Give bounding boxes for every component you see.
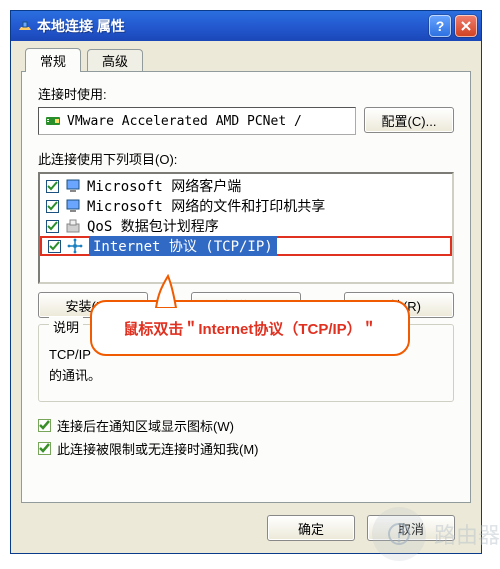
service-icon <box>65 198 81 214</box>
items-label: 此连接使用下列项目(O): <box>38 149 454 168</box>
checkbox[interactable] <box>48 240 61 253</box>
protocol-icon <box>67 238 83 254</box>
list-item-label: Internet 协议 (TCP/IP) <box>89 236 277 256</box>
ok-button[interactable]: 确定 <box>267 515 355 541</box>
tab-advanced[interactable]: 高级 <box>87 49 143 71</box>
checkbox[interactable] <box>46 200 59 213</box>
watermark-text: 路由器 <box>434 518 500 550</box>
tab-panel-general: 连接时使用: VMware Accelerated AMD PCNet / 配置… <box>21 71 471 503</box>
window-title: 本地连接 属性 <box>37 16 425 36</box>
help-button[interactable]: ? <box>429 15 451 37</box>
tab-strip: 常规 高级 <box>21 47 471 71</box>
watermark-logo-icon <box>372 507 426 561</box>
adapter-name: VMware Accelerated AMD PCNet / <box>67 114 302 129</box>
checkbox[interactable] <box>46 220 59 233</box>
close-button[interactable] <box>455 15 477 37</box>
list-item[interactable]: Microsoft 网络客户端 <box>40 176 452 196</box>
window-icon <box>17 18 33 34</box>
description-legend: 说明 <box>49 317 83 336</box>
titlebar[interactable]: 本地连接 属性 ? <box>11 11 481 41</box>
list-item-label: QoS 数据包计划程序 <box>87 216 219 236</box>
client-icon <box>65 178 81 194</box>
connect-using-label: 连接时使用: <box>38 84 454 103</box>
watermark: 路由器 <box>372 507 500 561</box>
callout-text: 鼠标双击＂Internet协议（TCP/IP）＂ <box>123 318 376 339</box>
check-label-show-icon: 连接后在通知区域显示图标(W) <box>57 416 234 435</box>
service-icon <box>65 218 81 234</box>
instruction-callout: 鼠标双击＂Internet协议（TCP/IP）＂ <box>90 300 410 356</box>
tab-general[interactable]: 常规 <box>25 48 81 72</box>
adapter-field[interactable]: VMware Accelerated AMD PCNet / <box>38 107 356 135</box>
client-area: 常规 高级 连接时使用: VMware Accelerated AMD PCNe… <box>11 41 481 553</box>
list-item[interactable]: QoS 数据包计划程序 <box>40 216 452 236</box>
properties-dialog: 本地连接 属性 ? 常规 高级 连接时使用: VMware Accelerate… <box>10 10 482 554</box>
list-item[interactable]: Microsoft 网络的文件和打印机共享 <box>40 196 452 216</box>
callout-tail <box>152 274 182 308</box>
list-item-label: Microsoft 网络的文件和打印机共享 <box>87 196 325 216</box>
footer-checks: 连接后在通知区域显示图标(W) 此连接被限制或无连接时通知我(M) <box>38 416 454 458</box>
checkbox-show-icon[interactable] <box>38 419 51 432</box>
checkbox[interactable] <box>46 180 59 193</box>
checkbox-notify[interactable] <box>38 442 51 455</box>
check-label-notify: 此连接被限制或无连接时通知我(M) <box>57 439 259 458</box>
items-listbox[interactable]: Microsoft 网络客户端 Microsoft 网络的文件和打印机共享 Qo… <box>38 172 454 284</box>
configure-button[interactable]: 配置(C)... <box>364 107 454 133</box>
list-item-label: Microsoft 网络客户端 <box>87 176 241 196</box>
list-item-selected[interactable]: Internet 协议 (TCP/IP) <box>40 236 452 256</box>
nic-icon <box>45 113 61 129</box>
